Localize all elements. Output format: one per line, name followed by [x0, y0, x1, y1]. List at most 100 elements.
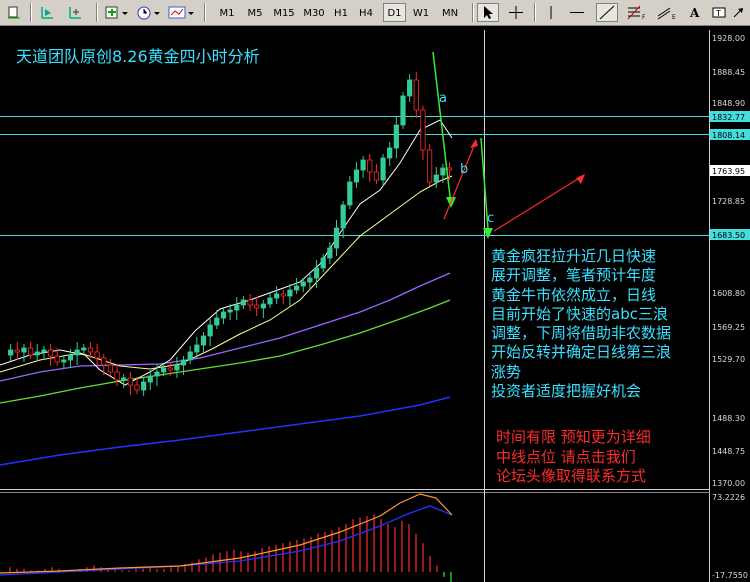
timeframe-d1[interactable]: D1 — [383, 3, 406, 22]
candle-body — [247, 299, 253, 306]
templates-icon[interactable] — [166, 3, 196, 22]
vertical-line-icon[interactable] — [540, 3, 562, 22]
price-tick: 1928.00 — [712, 34, 745, 43]
candle-body — [293, 285, 300, 291]
trendline-icon[interactable] — [596, 3, 618, 22]
parallel-channel-icon[interactable]: E — [654, 3, 680, 22]
candle-body — [101, 357, 107, 366]
candle-body — [34, 351, 40, 356]
indicator-max-label: 73.2226 — [712, 493, 745, 502]
promo-line: 论坛头像取得联系方式 — [496, 467, 647, 485]
candle-body — [407, 79, 413, 97]
badge-lower-price: 1683.50 — [712, 231, 745, 240]
timeframe-h1[interactable]: H1 — [330, 3, 352, 22]
candle-body — [200, 335, 207, 346]
candle-body — [387, 147, 393, 159]
candle-body — [14, 349, 20, 353]
candle-body — [107, 364, 113, 373]
text-tool-icon[interactable]: A — [684, 3, 708, 22]
horizontal-line-icon[interactable] — [566, 3, 588, 22]
candle-body — [214, 317, 220, 326]
fibonacci-icon[interactable]: F — [624, 3, 650, 22]
candle-body — [154, 371, 160, 377]
candle-body — [393, 124, 399, 149]
candle-body — [267, 297, 273, 305]
wave-label-a: a — [439, 91, 447, 106]
timeframe-w1[interactable]: W1 — [410, 3, 432, 22]
autoscroll-icon[interactable] — [64, 3, 86, 22]
analysis-line: 展开调整，笔者预计年度 — [491, 266, 657, 285]
badge-current-price: 1763.95 — [712, 167, 745, 176]
new-chart-icon[interactable] — [102, 3, 130, 22]
candlestick-mode-icon[interactable] — [36, 3, 58, 22]
chart-shift-icon[interactable] — [4, 3, 24, 22]
candle-body — [81, 347, 87, 351]
candle-body — [61, 359, 67, 363]
svg-text:E: E — [672, 14, 676, 21]
candle-body — [127, 377, 133, 386]
candle-body — [367, 159, 373, 173]
timeframe-h4[interactable]: H4 — [355, 3, 377, 22]
timeframe-m1[interactable]: M1 — [214, 3, 240, 22]
crosshair-icon[interactable] — [505, 3, 527, 22]
price-tick: 1370.00 — [712, 479, 745, 488]
analysis-text-block: 黄金疯狂拉升近几日快速 展开调整，笔者预计年度 黄金牛市依然成立，日线 目前开始… — [491, 247, 719, 401]
arrow-marker-icon[interactable] — [729, 3, 749, 22]
toolbar: M1 M5 M15 M30 H1 H4 D1 W1 MN F E A T — [0, 0, 750, 26]
analysis-line: 黄金疯狂拉升近几日快速 — [491, 247, 657, 265]
candle-body — [254, 304, 260, 309]
candle-body — [446, 167, 453, 171]
candle-body — [41, 349, 47, 353]
indicator-min-label: -17.7550 — [712, 571, 748, 580]
candle-body — [74, 349, 80, 356]
candle-body — [340, 204, 346, 229]
analysis-line: 投资者适度把握好机会 — [491, 382, 642, 401]
candle-body — [220, 311, 227, 319]
candle-body — [174, 364, 180, 371]
price-tick: 1448.75 — [712, 447, 745, 456]
timeframe-m30[interactable]: M30 — [300, 3, 328, 22]
analysis-line: 涨势 — [491, 362, 522, 381]
candle-body — [360, 159, 366, 171]
candle-body — [141, 381, 147, 391]
candle-body — [300, 281, 306, 287]
candle-body — [8, 349, 14, 356]
svg-text:T: T — [715, 9, 721, 18]
promo-text-block: 时间有限 预知更为详细 中线点位 请点击我们 论坛头像取得联系方式 — [496, 428, 651, 487]
candle-body — [94, 351, 100, 359]
timeframe-m15[interactable]: M15 — [270, 3, 298, 22]
candle-body — [240, 299, 246, 306]
timeframe-mn[interactable]: MN — [437, 3, 463, 22]
candle-body — [114, 371, 120, 381]
badge-mid-price: 1808.14 — [712, 131, 745, 140]
cursor-arrow-icon[interactable] — [477, 3, 499, 22]
candle-body — [194, 344, 200, 353]
candle-body — [347, 181, 353, 206]
candle-body — [87, 347, 94, 353]
candle-body — [413, 79, 419, 111]
wave-label-c: c — [487, 211, 494, 226]
price-tick: 1488.30 — [712, 414, 745, 423]
candle-body — [160, 367, 167, 373]
candle-body — [380, 157, 386, 181]
timeframe-m5[interactable]: M5 — [242, 3, 268, 22]
candle-body — [234, 304, 240, 311]
price-tick: 1728.85 — [712, 197, 745, 206]
candle-body — [440, 167, 446, 176]
candle-body — [54, 355, 60, 363]
candle-body — [180, 359, 187, 366]
candle-body — [260, 303, 266, 309]
candle-body — [121, 377, 127, 381]
periodicity-clock-icon[interactable] — [134, 3, 162, 22]
candle-body — [287, 289, 293, 297]
price-tick: 1888.45 — [712, 68, 745, 77]
chart-title: 天道团队原创8.26黄金四小时分析 — [16, 47, 260, 66]
candle-body — [420, 109, 426, 151]
text-label-icon[interactable]: T — [710, 3, 728, 22]
candle-body — [207, 324, 213, 337]
candle-body — [313, 267, 320, 279]
candle-body — [47, 349, 54, 357]
candle-body — [147, 375, 153, 383]
analysis-line: 开始反转并确定日线第三浪 — [491, 343, 672, 362]
candle-body — [274, 293, 280, 299]
